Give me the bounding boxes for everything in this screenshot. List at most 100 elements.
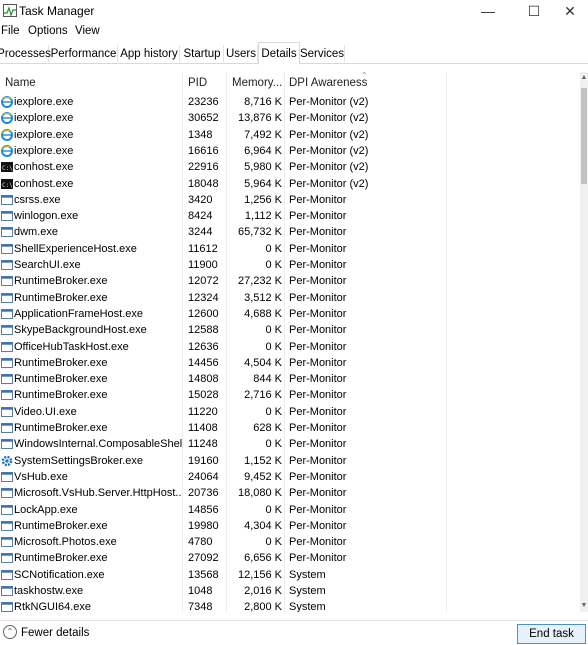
window-icon — [1, 324, 13, 336]
scroll-up-icon[interactable]: ▲ — [580, 72, 588, 84]
process-memory: 5,964 K — [244, 177, 282, 190]
process-dpi-awareness: Per-Monitor (v2) — [289, 96, 369, 108]
column-name[interactable]: Name — [5, 72, 36, 94]
table-row[interactable]: csrss.exe 3420 1,256 K Per-Monitor — [0, 192, 580, 208]
scrollbar-thumb[interactable] — [581, 88, 587, 184]
tab-users[interactable]: Users — [225, 45, 258, 62]
footer-bar: ⌃ Fewer details End task — [0, 620, 588, 645]
scroll-down-icon[interactable]: ▼ — [580, 600, 588, 612]
process-dpi-awareness: Per-Monitor — [289, 470, 347, 483]
tab-performance[interactable]: Performance — [50, 45, 118, 62]
column-memory[interactable]: Memory... — [232, 72, 282, 94]
process-pid: 18048 — [188, 177, 219, 190]
table-row[interactable]: SearchUI.exe 11900 0 K Per-Monitor — [0, 257, 580, 273]
process-name: RuntimeBroker.exe — [14, 422, 108, 434]
window-icon — [1, 569, 13, 581]
process-dpi-awareness: Per-Monitor — [289, 307, 347, 320]
process-memory: 0 K — [265, 503, 282, 516]
minimize-button[interactable]: — — [468, 0, 508, 22]
table-row[interactable]: ShellExperienceHost.exe 11612 0 K Per-Monit… — [0, 241, 580, 257]
process-dpi-awareness: Per-Monitor (v2) — [289, 177, 369, 190]
table-row[interactable]: VsHub.exe 24064 9,452 K Per-Monitor — [0, 469, 580, 485]
end-task-button[interactable]: End task — [517, 624, 586, 644]
process-name: RuntimeBroker.exe — [14, 552, 108, 565]
window-icon — [1, 552, 13, 564]
process-memory: 18,080 K — [237, 487, 282, 500]
gear-icon — [1, 455, 13, 467]
process-memory: 27,232 K — [237, 275, 282, 288]
menu-view[interactable]: View — [75, 25, 100, 37]
table-row[interactable]: iexplore.exe 30652 13,876 K Per-Monitor (v2… — [0, 110, 580, 126]
table-row[interactable]: iexplore.exe 16616 6,964 K Per-Monitor (v2) — [0, 143, 580, 159]
process-dpi-awareness: Per-Monitor — [289, 259, 347, 271]
process-pid: 23236 — [188, 96, 219, 108]
process-name: iexplore.exe — [14, 112, 74, 125]
process-pid: 11248 — [188, 438, 218, 451]
maximize-button[interactable]: ☐ — [514, 0, 554, 22]
process-dpi-awareness: Per-Monitor — [289, 356, 347, 369]
table-row[interactable]: SkypeBackgroundHost.exe 12588 0 K Per-Monit… — [0, 322, 580, 338]
process-memory: 3,512 K — [244, 291, 282, 304]
window-icon — [1, 226, 13, 238]
process-name: taskhostw.exe — [14, 585, 84, 597]
tab-startup[interactable]: Startup — [181, 45, 224, 62]
table-row[interactable]: taskhostw.exe 1048 2,016 K System — [0, 583, 580, 599]
table-row[interactable]: C:\ conhost.exe 18048 5,964 K Per-Monitor (v… — [0, 176, 580, 192]
table-row[interactable]: Video.UI.exe 11220 0 K Per-Monitor — [0, 404, 580, 420]
menu-options[interactable]: Options — [28, 25, 68, 37]
process-memory: 0 K — [265, 259, 282, 271]
tab-processes[interactable]: Processes — [0, 45, 51, 62]
table-row[interactable]: Microsoft.Photos.exe 4780 0 K Per-Monitor — [0, 534, 580, 550]
table-row[interactable]: iexplore.exe 1348 7,492 K Per-Monitor (v2) — [0, 127, 580, 143]
fewer-details-link[interactable]: Fewer details — [21, 627, 89, 639]
process-name: SCNotification.exe — [14, 568, 105, 581]
process-memory: 0 K — [265, 536, 282, 549]
table-row[interactable]: C:\ conhost.exe 22916 5,980 K Per-Monitor (v… — [0, 159, 580, 175]
process-dpi-awareness: Per-Monitor — [289, 438, 347, 451]
process-name: RuntimeBroker.exe — [14, 389, 108, 402]
table-row[interactable]: ApplicationFrameHost.exe 12600 4,688 K Per-… — [0, 306, 580, 322]
process-memory: 4,304 K — [244, 519, 282, 532]
window-icon — [1, 601, 13, 612]
table-row[interactable]: LockApp.exe 14856 0 K Per-Monitor — [0, 502, 580, 518]
process-dpi-awareness: Per-Monitor — [289, 552, 347, 565]
table-row[interactable]: RtkNGUI64.exe 7348 2,800 K System — [0, 599, 580, 612]
table-row[interactable]: RuntimeBroker.exe 11408 628 K Per-Monitor — [0, 420, 580, 436]
table-row[interactable]: RuntimeBroker.exe 12072 27,232 K Per-Monito… — [0, 273, 580, 289]
column-pid[interactable]: PID — [188, 72, 207, 94]
window-icon — [1, 341, 13, 353]
table-row[interactable]: RuntimeBroker.exe 14808 844 K Per-Monitor — [0, 371, 580, 387]
column-dpi-awareness[interactable]: DPI Awareness — [289, 72, 367, 94]
process-memory: 1,152 K — [244, 454, 282, 467]
table-row[interactable]: OfficeHubTaskHost.exe 12636 0 K Per-Monitor — [0, 339, 580, 355]
menu-file[interactable]: File — [1, 25, 20, 37]
process-dpi-awareness: Per-Monitor — [289, 242, 347, 255]
table-row[interactable]: RuntimeBroker.exe 19980 4,304 K Per-Monitor — [0, 518, 580, 534]
table-row[interactable]: dwm.exe 3244 65,732 K Per-Monitor — [0, 224, 580, 240]
tab-details[interactable]: Details — [258, 42, 300, 65]
close-button[interactable]: ✕ — [552, 0, 588, 22]
vertical-scrollbar[interactable]: ▲ ▼ — [580, 72, 588, 612]
table-row[interactable]: winlogon.exe 8424 1,112 K Per-Monitor — [0, 208, 580, 224]
process-dpi-awareness: Per-Monitor — [289, 454, 347, 467]
table-row[interactable]: WindowsInternal.ComposableShell... 11248 0… — [0, 436, 580, 452]
table-row[interactable]: RuntimeBroker.exe 27092 6,656 K Per-Monitor — [0, 550, 580, 566]
process-name: conhost.exe — [14, 161, 74, 174]
window-icon — [1, 275, 13, 287]
window-icon — [1, 487, 13, 499]
table-row[interactable]: SCNotification.exe 13568 12,156 K System — [0, 567, 580, 583]
table-row[interactable]: iexplore.exe 23236 8,716 K Per-Monitor (v2) — [0, 94, 580, 110]
tab-services[interactable]: Services — [300, 45, 345, 62]
window-icon — [1, 243, 13, 255]
tab-app-history[interactable]: App history — [119, 45, 180, 62]
process-pid: 3420 — [188, 193, 213, 206]
table-row[interactable]: SystemSettingsBroker.exe 19160 1,152 K Per-… — [0, 453, 580, 469]
process-memory: 7,492 K — [244, 128, 282, 141]
chevron-up-icon[interactable]: ⌃ — [3, 625, 17, 639]
table-row[interactable]: RuntimeBroker.exe 15028 2,716 K Per-Monitor — [0, 387, 580, 403]
process-name: dwm.exe — [14, 226, 59, 239]
table-row[interactable]: Microsoft.VsHub.Server.HttpHost.... 20736… — [0, 485, 580, 501]
table-row[interactable]: RuntimeBroker.exe 14456 4,504 K Per-Monitor — [0, 355, 580, 371]
table-row[interactable]: RuntimeBroker.exe 12324 3,512 K Per-Monitor — [0, 290, 580, 306]
process-memory: 0 K — [265, 242, 282, 255]
